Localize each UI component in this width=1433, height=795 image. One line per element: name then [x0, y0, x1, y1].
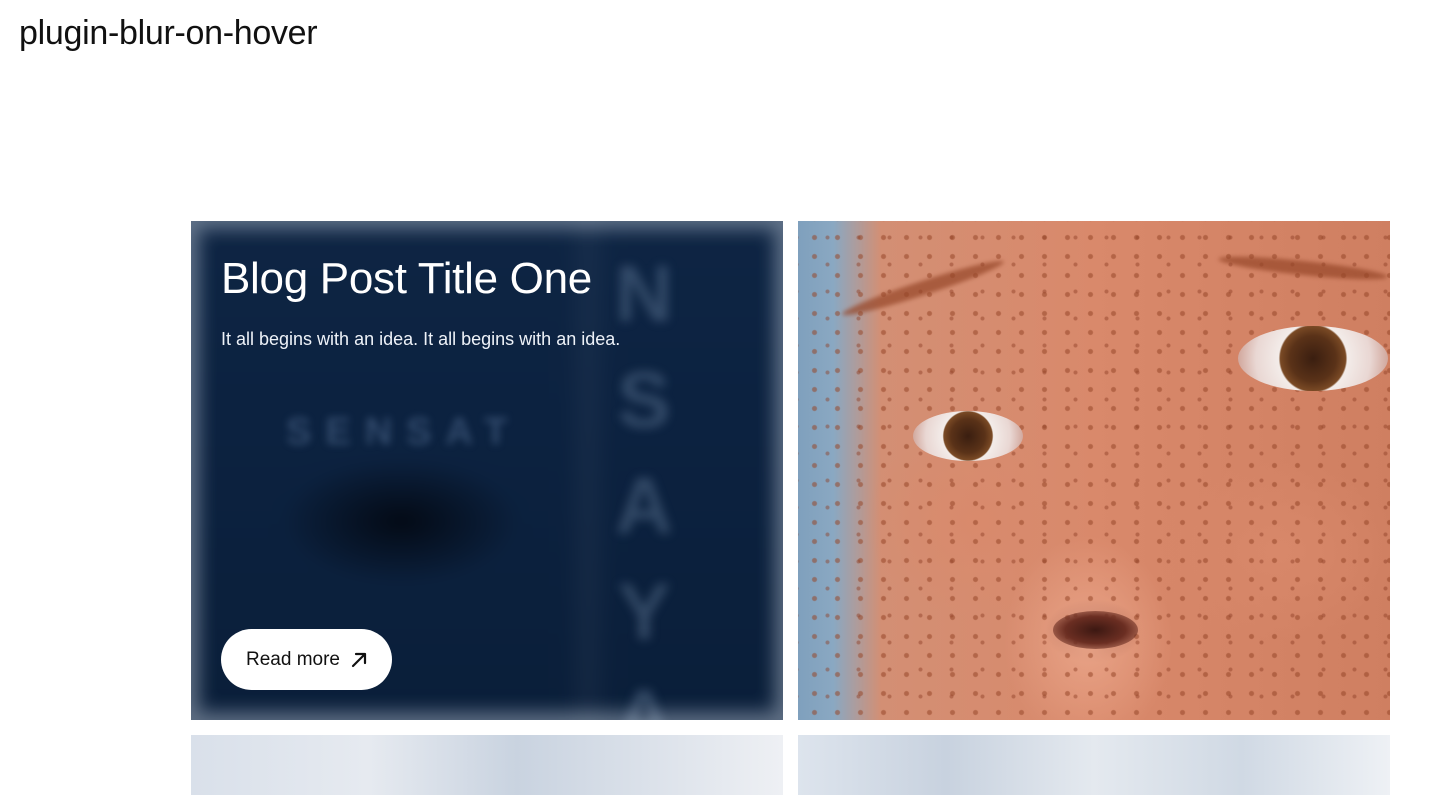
card-image-text: SENSAT	[286, 411, 522, 453]
post-title[interactable]: Blog Post Title One	[221, 253, 753, 306]
card-image	[191, 735, 783, 795]
card-content: Blog Post Title One It all begins with a…	[221, 253, 753, 351]
image-detail	[1053, 611, 1138, 649]
blog-card-partial[interactable]	[191, 735, 783, 795]
image-detail	[913, 411, 1023, 461]
site-title[interactable]: plugin-blur-on-hover	[19, 14, 318, 53]
read-more-button[interactable]: Read more	[221, 629, 392, 690]
blog-card-image[interactable]	[798, 221, 1390, 720]
blog-card[interactable]: SENSAT NSAYA Blog Post Title One It all …	[191, 221, 783, 720]
post-excerpt: It all begins with an idea. It all begin…	[221, 328, 621, 349]
blog-card-partial[interactable]	[798, 735, 1390, 795]
card-image	[798, 735, 1390, 795]
read-more-label: Read more	[246, 648, 340, 670]
arrow-up-right-icon	[350, 651, 368, 669]
image-detail	[1238, 326, 1388, 391]
